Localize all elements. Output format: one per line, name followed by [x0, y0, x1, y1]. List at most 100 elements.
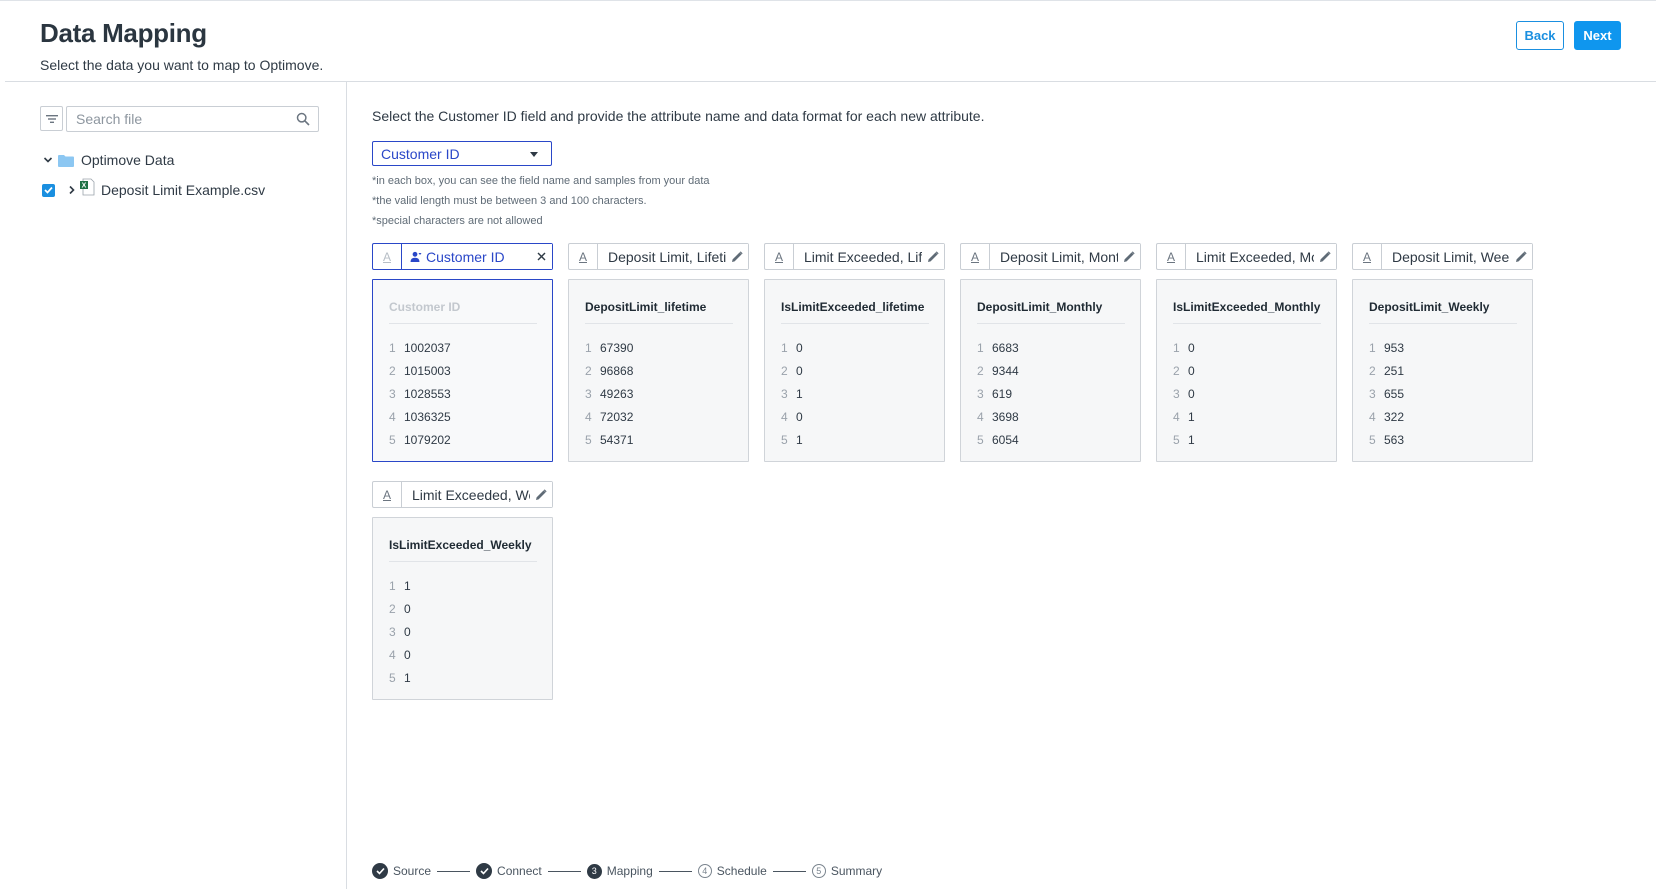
- attribute-name-field[interactable]: A Deposit Limit, Weekly: [1352, 243, 1533, 270]
- step-connect[interactable]: Connect: [476, 863, 542, 879]
- sample-index: 4: [389, 409, 396, 424]
- excel-file-icon: X: [79, 178, 95, 196]
- sample-row: 1 1002037: [389, 336, 451, 359]
- sample-index: 2: [781, 363, 788, 378]
- text-type-icon[interactable]: A: [765, 244, 794, 269]
- sample-value: 322: [1384, 409, 1405, 424]
- text-type-icon[interactable]: A: [1353, 244, 1382, 269]
- sample-row: 20: [781, 359, 803, 382]
- sample-card[interactable]: DepositLimit_lifetime 1 67390 2 96868 3 49263 4…: [568, 279, 749, 462]
- text-type-icon[interactable]: A: [1157, 244, 1186, 269]
- attribute-name-input[interactable]: Limit Exceeded, Lifetime: [794, 244, 922, 269]
- sample-row: 3 619: [977, 382, 1019, 405]
- source-field-name: DepositLimit_lifetime: [585, 300, 707, 314]
- sample-index: 3: [781, 386, 788, 401]
- sample-row: 1 67390: [585, 336, 633, 359]
- sample-value: 1: [1188, 409, 1195, 424]
- search-icon[interactable]: [296, 112, 310, 126]
- attribute-name-field[interactable]: A Deposit Limit, Monthly: [960, 243, 1141, 270]
- attribute-name-field[interactable]: A Limit Exceeded, Weekly: [372, 481, 553, 508]
- filter-button[interactable]: [40, 106, 63, 131]
- step-label: Schedule: [716, 864, 767, 878]
- tree-file-row[interactable]: X Deposit Limit Example.csv: [42, 178, 265, 198]
- text-type-icon[interactable]: A: [961, 244, 990, 269]
- sample-value: 0: [1188, 340, 1195, 355]
- attribute-name-input[interactable]: Deposit Limit, Lifetime: [598, 244, 726, 269]
- pencil-icon[interactable]: [1510, 244, 1532, 269]
- sample-row: 31: [781, 382, 803, 405]
- step-mapping[interactable]: 3 Mapping: [586, 863, 653, 879]
- sample-row: 2 96868: [585, 359, 633, 382]
- step-number: 3: [586, 863, 602, 879]
- step-schedule[interactable]: 4 Schedule: [697, 864, 767, 878]
- sample-value: 251: [1384, 363, 1405, 378]
- sample-value: 655: [1384, 386, 1405, 401]
- sample-index: 5: [977, 432, 984, 447]
- sample-row: 2 251: [1369, 359, 1404, 382]
- next-button[interactable]: Next: [1574, 21, 1621, 50]
- sample-index: 1: [389, 578, 396, 593]
- sample-index: 3: [1173, 386, 1180, 401]
- attribute-name-field[interactable]: A Limit Exceeded, Monthly: [1156, 243, 1337, 270]
- attribute-name-input[interactable]: Limit Exceeded, Monthly: [1186, 244, 1314, 269]
- attribute-name-input[interactable]: Limit Exceeded, Weekly: [402, 482, 530, 507]
- person-icon: [410, 251, 422, 263]
- sample-card[interactable]: IsLimitExceeded_lifetime 1 0 2 0 3 1 4 0 5 1: [764, 279, 945, 462]
- instructions-text: Select the Customer ID field and provide…: [372, 108, 985, 124]
- divider: [1369, 323, 1517, 324]
- chevron-down-icon[interactable]: [42, 154, 54, 166]
- note-length: *the valid length must be between 3 and …: [372, 195, 647, 207]
- tree-folder-row[interactable]: Optimove Data: [42, 152, 174, 168]
- pencil-icon[interactable]: [922, 244, 944, 269]
- customer-id-select[interactable]: Customer ID: [372, 141, 552, 166]
- file-checkbox[interactable]: [42, 183, 55, 197]
- step-source[interactable]: Source: [372, 863, 431, 879]
- chevron-right-icon[interactable]: [66, 184, 78, 196]
- sample-card[interactable]: IsLimitExceeded_Weekly 1 1 2 0 3 0 4 0 5 1: [372, 517, 553, 700]
- sample-row: 11: [389, 574, 411, 597]
- page-header: Data Mapping Select the data you want to…: [0, 0, 1656, 82]
- sample-card[interactable]: DepositLimit_Monthly 1 6683 2 9344 3 619 4 3698 5…: [960, 279, 1141, 462]
- pencil-icon[interactable]: [1314, 244, 1336, 269]
- attribute-name-input[interactable]: Deposit Limit, Weekly: [1382, 244, 1510, 269]
- pencil-icon[interactable]: [726, 244, 748, 269]
- text-type-icon[interactable]: A: [373, 244, 402, 269]
- attribute-name-field[interactable]: A Customer ID: [372, 243, 553, 270]
- sample-value: 0: [1188, 363, 1195, 378]
- sample-index: 1: [1369, 340, 1376, 355]
- back-button[interactable]: Back: [1516, 21, 1564, 50]
- close-icon[interactable]: [530, 244, 552, 269]
- sample-value: 1: [404, 578, 411, 593]
- attribute-name-field[interactable]: A Limit Exceeded, Lifetime: [764, 243, 945, 270]
- pencil-icon[interactable]: [1118, 244, 1140, 269]
- search-input[interactable]: [67, 107, 292, 131]
- divider: [977, 323, 1125, 324]
- sample-value: 1002037: [404, 340, 451, 355]
- sample-card[interactable]: Customer ID 1 1002037 2 1015003 3 1028553 4 1036…: [372, 279, 553, 462]
- text-type-icon[interactable]: A: [569, 244, 598, 269]
- attribute-name-input[interactable]: Deposit Limit, Monthly: [990, 244, 1118, 269]
- sample-row: 2 9344: [977, 359, 1019, 382]
- sample-value: 563: [1384, 432, 1405, 447]
- sample-index: 2: [1369, 363, 1376, 378]
- attribute-name-text: Customer ID: [426, 248, 505, 265]
- sample-row: 1 953: [1369, 336, 1404, 359]
- sample-value: 0: [404, 601, 411, 616]
- text-type-icon[interactable]: A: [373, 482, 402, 507]
- step-summary[interactable]: 5 Summary: [811, 864, 882, 878]
- pencil-icon[interactable]: [530, 482, 552, 507]
- attribute-name-text: Limit Exceeded, Lifetime: [804, 248, 922, 265]
- sample-value: 953: [1384, 340, 1405, 355]
- sample-row: 2 1015003: [389, 359, 451, 382]
- sample-value: 49263: [600, 386, 634, 401]
- attribute-name-field[interactable]: A Deposit Limit, Lifetime: [568, 243, 749, 270]
- sample-card[interactable]: IsLimitExceeded_Monthly 1 0 2 0 3 0 4 1 5 1: [1156, 279, 1337, 462]
- step-connector: [547, 870, 581, 872]
- sample-list: 1 953 2 251 3 655 4 322 5 563: [1369, 336, 1404, 451]
- sample-index: 4: [1173, 409, 1180, 424]
- sample-card[interactable]: DepositLimit_Weekly 1 953 2 251 3 655 4 322 5 563: [1352, 279, 1533, 462]
- attribute-name-input[interactable]: Customer ID: [402, 244, 530, 269]
- wizard-stepper: Source Connect 3 Mapping 4 Schedule 5 Summary: [372, 862, 882, 880]
- file-label[interactable]: Deposit Limit Example.csv: [101, 182, 265, 198]
- sample-index: 4: [585, 409, 592, 424]
